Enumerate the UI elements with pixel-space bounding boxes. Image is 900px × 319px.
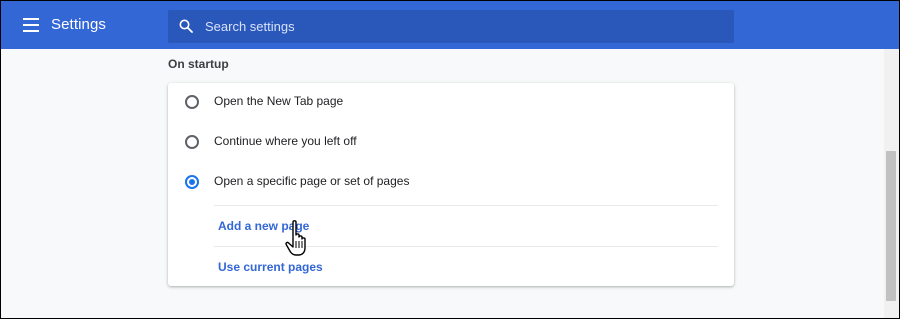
- search-input[interactable]: [205, 10, 725, 43]
- hand-pointer-icon: [285, 220, 306, 256]
- radio-option-specific-pages[interactable]: Open a specific page or set of pages: [168, 166, 734, 198]
- radio-option-continue[interactable]: Continue where you left off: [168, 126, 734, 158]
- radio-option-new-tab[interactable]: Open the New Tab page: [168, 86, 734, 118]
- search-icon: [179, 19, 193, 33]
- section-title-on-startup: On startup: [168, 57, 229, 71]
- radio-button[interactable]: [185, 135, 199, 149]
- use-current-pages-link[interactable]: Use current pages: [218, 260, 323, 275]
- radio-label: Open a specific page or set of pages: [214, 174, 410, 188]
- radio-label: Open the New Tab page: [214, 94, 344, 108]
- radio-label: Continue where you left off: [214, 134, 357, 148]
- page-title: Settings: [51, 16, 106, 33]
- search-box[interactable]: [168, 10, 734, 43]
- radio-button-selected[interactable]: [185, 175, 199, 189]
- hamburger-menu-icon[interactable]: [23, 18, 39, 32]
- on-startup-card: Open the New Tab page Continue where you…: [168, 83, 734, 286]
- radio-button[interactable]: [185, 95, 199, 109]
- browser-window: Settings On startup Open the New Tab pag…: [0, 0, 900, 319]
- settings-toolbar: Settings: [1, 1, 899, 49]
- divider: [214, 205, 718, 206]
- scrollbar-thumb[interactable]: [886, 151, 896, 301]
